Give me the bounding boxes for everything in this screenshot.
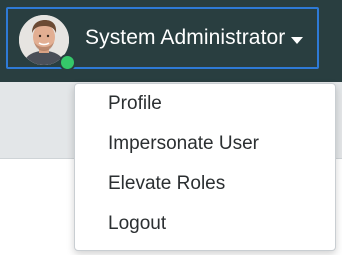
- menu-item-logout[interactable]: Logout: [75, 207, 335, 241]
- user-name: System Administrator: [85, 26, 286, 49]
- caret-down-icon: [291, 37, 303, 44]
- menu-item-profile[interactable]: Profile: [75, 87, 335, 121]
- menu-item-elevate-roles[interactable]: Elevate Roles: [75, 167, 335, 201]
- user-menu-button[interactable]: System Administrator: [6, 7, 319, 71]
- top-header-bar: System Administrator: [0, 0, 342, 82]
- user-dropdown-menu: Profile Impersonate User Elevate Roles L…: [74, 83, 336, 251]
- online-status-indicator: [59, 54, 76, 71]
- menu-item-impersonate-user[interactable]: Impersonate User: [75, 127, 335, 161]
